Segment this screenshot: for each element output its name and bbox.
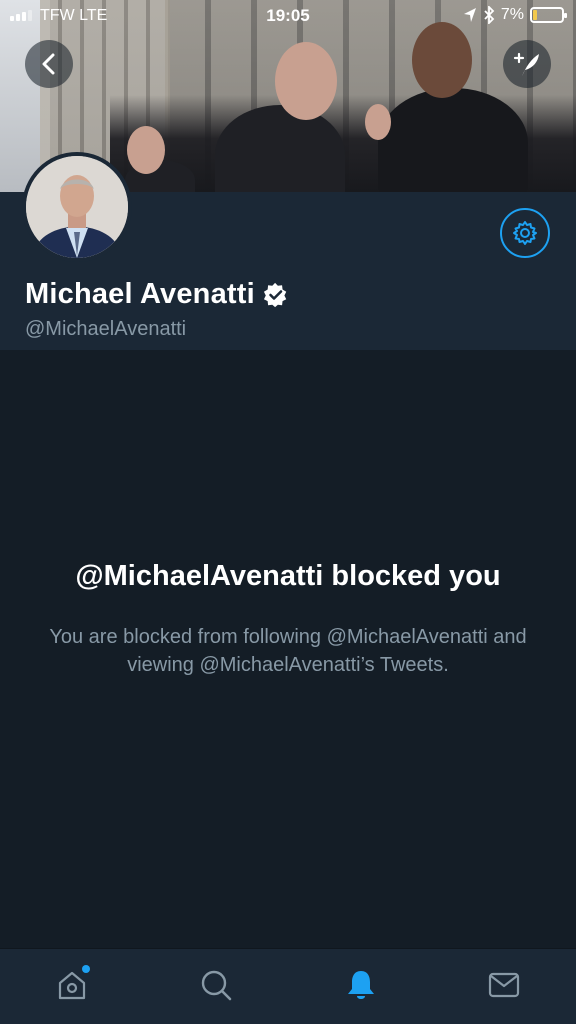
- display-name: Michael Avenatti: [25, 278, 255, 310]
- profile-display-name-row: Michael Avenatti: [25, 278, 289, 311]
- blocked-title: @MichaelAvenatti blocked you: [75, 560, 501, 592]
- gear-icon: [513, 221, 537, 245]
- photo-face: [365, 104, 391, 140]
- status-bar: TFW LTE 19:05 7%: [0, 0, 576, 34]
- photo-person: [378, 88, 528, 192]
- photo-face: [275, 42, 337, 120]
- back-button[interactable]: [25, 40, 73, 88]
- compose-tweet-button[interactable]: [503, 40, 551, 88]
- location-icon: [463, 8, 476, 22]
- profile-handle: @MichaelAvenatti: [25, 318, 187, 340]
- battery-level: [533, 10, 537, 20]
- tab-messages[interactable]: [484, 965, 524, 1005]
- chevron-left-icon: [42, 53, 55, 75]
- blocked-description: You are blocked from following @MichaelA…: [49, 626, 527, 676]
- battery-percent: 7%: [500, 6, 524, 23]
- status-right: 7%: [463, 6, 567, 24]
- profile-avatar[interactable]: [26, 156, 128, 258]
- bell-icon: [348, 971, 374, 999]
- tab-search[interactable]: [196, 965, 236, 1005]
- bottom-tab-bar: [0, 948, 576, 1024]
- blocked-notice: @MichaelAvenatti blocked you You are blo…: [40, 556, 536, 679]
- tab-home[interactable]: [52, 965, 92, 1005]
- photo-face: [127, 126, 165, 174]
- tab-notifications[interactable]: [341, 965, 381, 1005]
- battery-icon: [530, 7, 567, 23]
- verified-badge-icon: [263, 282, 287, 307]
- mail-icon: [488, 972, 520, 998]
- avatar-portrait: [26, 156, 128, 258]
- bluetooth-icon: [484, 6, 495, 24]
- search-icon: [201, 970, 232, 1001]
- profile-settings-button[interactable]: [500, 208, 550, 258]
- notification-dot: [82, 965, 90, 973]
- avatar-ring: [22, 152, 132, 262]
- compose-quill-icon: [513, 52, 539, 76]
